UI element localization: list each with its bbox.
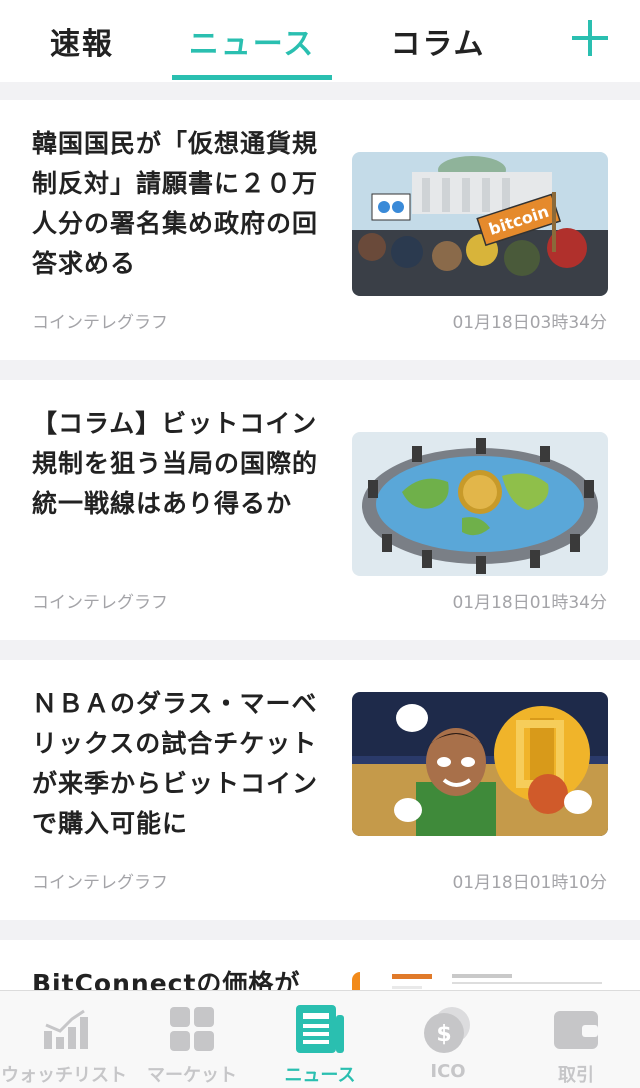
nav-news[interactable]: ニュース <box>256 991 384 1088</box>
top-tab-bar: 速報 ニュース コラム <box>0 0 640 82</box>
tab-column[interactable]: コラム <box>376 0 500 82</box>
basketball-bitcoin-image <box>352 692 608 836</box>
world-table-image <box>352 432 608 576</box>
article-time: 01月18日01時10分 <box>452 873 607 893</box>
article-thumbnail[interactable]: bitcoin <box>352 152 608 296</box>
app-screen: 速報 ニュース コラム 韓国国民が「仮想通貨規制反対」請願書に２０万人分の署名集… <box>0 0 640 1088</box>
protest-image: bitcoin <box>352 152 608 296</box>
active-tab-indicator <box>172 75 332 80</box>
tab-breaking[interactable]: 速報 <box>32 0 132 82</box>
article-thumbnail[interactable] <box>352 692 608 836</box>
article-card[interactable]: ＮＢＡのダラス・マーベリックスの試合チケットが来季からビットコインで購入可能に <box>0 660 640 920</box>
grid-icon <box>170 1007 214 1051</box>
nav-watchlist[interactable]: ウォッチリスト <box>0 991 128 1088</box>
nav-ico[interactable]: $ ICO <box>384 991 512 1088</box>
article-card[interactable]: 韓国国民が「仮想通貨規制反対」請願書に２０万人分の署名集め政府の回答求める bi… <box>0 100 640 360</box>
tab-news[interactable]: ニュース <box>172 0 332 82</box>
article-card[interactable]: 【コラム】ビットコイン規制を狙う当局の国際的統一戦線はあり得るか コインテレグラ… <box>0 380 640 640</box>
article-time: 01月18日03時34分 <box>452 313 607 333</box>
bottom-nav-bar: ウォッチリスト マーケット ニュース $ ICO 取引 <box>0 990 640 1088</box>
add-icon[interactable] <box>566 14 614 62</box>
article-source: コインテレグラフ <box>32 313 168 333</box>
nav-label: ニュース <box>284 1065 356 1086</box>
news-icon <box>296 1005 344 1053</box>
article-time: 01月18日01時34分 <box>452 593 607 613</box>
article-source: コインテレグラフ <box>32 873 168 893</box>
nav-label: ウォッチリスト <box>1 1065 127 1086</box>
nav-market[interactable]: マーケット <box>128 991 256 1088</box>
article-source: コインテレグラフ <box>32 593 168 613</box>
coin-icon: $ <box>424 1007 470 1053</box>
chart-icon <box>44 1009 88 1049</box>
article-title[interactable]: ＮＢＡのダラス・マーベリックスの試合チケットが来季からビットコインで購入可能に <box>32 684 332 844</box>
svg-text:$: $ <box>436 1022 451 1047</box>
article-title[interactable]: 韓国国民が「仮想通貨規制反対」請願書に２０万人分の署名集め政府の回答求める <box>32 124 332 284</box>
wallet-icon <box>554 1011 598 1049</box>
nav-label: ICO <box>430 1061 466 1082</box>
article-title[interactable]: 【コラム】ビットコイン規制を狙う当局の国際的統一戦線はあり得るか <box>32 404 332 524</box>
nav-trade[interactable]: 取引 <box>512 991 640 1088</box>
nav-label: マーケット <box>147 1065 237 1086</box>
nav-label: 取引 <box>558 1065 594 1086</box>
article-thumbnail[interactable] <box>352 432 608 576</box>
